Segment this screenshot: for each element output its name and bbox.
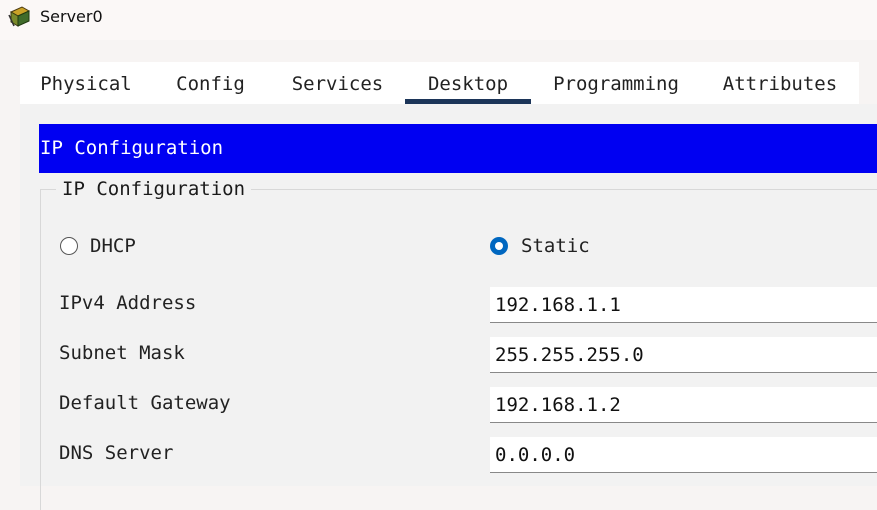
dns-server-input[interactable] (490, 437, 877, 473)
dns-server-label: DNS Server (59, 442, 174, 464)
ipv4-address-input[interactable] (490, 287, 877, 323)
static-radio-label[interactable]: Static (521, 235, 590, 257)
tab-config[interactable]: Config (158, 62, 263, 104)
tab-services[interactable]: Services (275, 62, 400, 104)
default-gateway-label: Default Gateway (59, 392, 231, 414)
subnet-mask-label: Subnet Mask (59, 342, 185, 364)
tab-bar: Physical Config Services Desktop Program… (20, 62, 859, 104)
group-title: IP Configuration (56, 178, 252, 200)
dhcp-radio-label[interactable]: DHCP (90, 235, 136, 257)
tab-physical[interactable]: Physical (30, 62, 142, 104)
dhcp-radio[interactable] (60, 237, 78, 255)
subnet-mask-input[interactable] (490, 337, 877, 373)
default-gateway-input[interactable] (490, 387, 877, 423)
window-title: Server0 (40, 7, 103, 26)
title-bar: Server0 (0, 0, 877, 40)
tab-programming[interactable]: Programming (545, 62, 687, 104)
static-radio[interactable] (490, 237, 508, 255)
ipv4-address-label: IPv4 Address (59, 292, 197, 314)
server-icon (8, 6, 32, 28)
panel-header: IP Configuration (39, 124, 877, 173)
tab-desktop[interactable]: Desktop (405, 62, 531, 104)
tab-attributes[interactable]: Attributes (712, 62, 848, 104)
